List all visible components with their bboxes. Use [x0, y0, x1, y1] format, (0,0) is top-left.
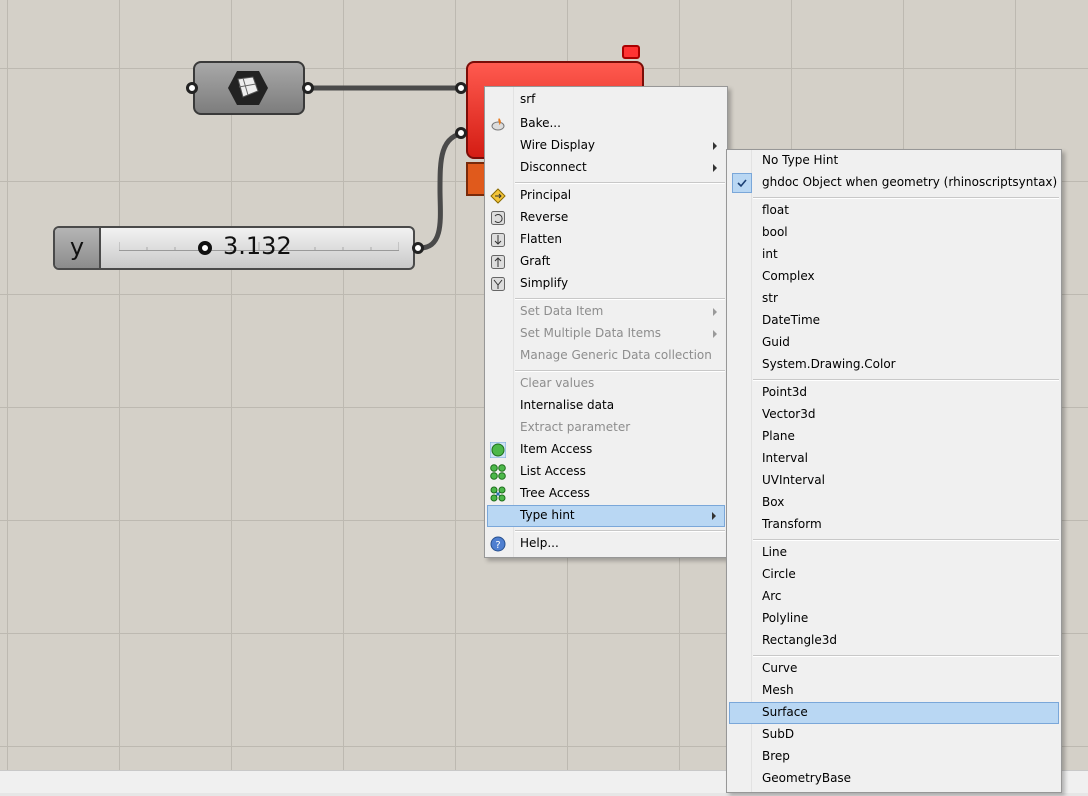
- slider-output-grip[interactable]: [412, 242, 424, 254]
- submenu-arrow-icon: [713, 308, 717, 316]
- slider-knob[interactable]: [198, 241, 212, 255]
- type-hint-submenu: No Type Hint ghdoc Object when geometry …: [726, 149, 1062, 793]
- submenu-arrow-icon: [713, 330, 717, 338]
- type-hint-curve[interactable]: Curve: [729, 658, 1059, 680]
- type-hint-transform[interactable]: Transform: [729, 514, 1059, 536]
- type-hint-box[interactable]: Box: [729, 492, 1059, 514]
- type-hint-int[interactable]: int: [729, 244, 1059, 266]
- checkmark-icon: [732, 173, 752, 193]
- menu-item-graft[interactable]: Graft: [487, 251, 725, 273]
- type-hint-rectangle3d[interactable]: Rectangle3d: [729, 630, 1059, 652]
- warning-balloon-icon[interactable]: [622, 45, 640, 59]
- bake-icon: [491, 118, 505, 131]
- type-hint-circle[interactable]: Circle: [729, 564, 1059, 586]
- menu-item-reverse[interactable]: Reverse: [487, 207, 725, 229]
- menu-title[interactable]: srf: [487, 89, 725, 111]
- type-hint-brep[interactable]: Brep: [729, 746, 1059, 768]
- menu-item-simplify[interactable]: Simplify: [487, 273, 725, 295]
- list-access-icon: [490, 464, 506, 480]
- menu-item-list-access[interactable]: List Access: [487, 461, 725, 483]
- menu-item-tree-access[interactable]: Tree Access: [487, 483, 725, 505]
- menu-item-flatten[interactable]: Flatten: [487, 229, 725, 251]
- type-hint-subd[interactable]: SubD: [729, 724, 1059, 746]
- input-grip[interactable]: [186, 82, 198, 94]
- type-hint-polyline[interactable]: Polyline: [729, 608, 1059, 630]
- type-hint-datetime[interactable]: DateTime: [729, 310, 1059, 332]
- python-input-grip-y[interactable]: [455, 127, 467, 139]
- type-hint-str[interactable]: str: [729, 288, 1059, 310]
- menu-item-help[interactable]: ? Help...: [487, 533, 725, 555]
- principal-icon: [490, 188, 506, 204]
- python-input-grip-x[interactable]: [455, 82, 467, 94]
- surface-param-component[interactable]: [193, 61, 305, 115]
- graft-icon: [491, 255, 505, 269]
- menu-item-item-access[interactable]: Item Access: [487, 439, 725, 461]
- slider-value: 3.132: [223, 232, 292, 260]
- menu-item-manage-generic-data: Manage Generic Data collection: [520, 348, 712, 362]
- tree-access-icon: [490, 486, 506, 502]
- type-hint-arc[interactable]: Arc: [729, 586, 1059, 608]
- type-hint-interval[interactable]: Interval: [729, 448, 1059, 470]
- menu-item-clear-values: Clear values: [520, 376, 595, 390]
- type-hint-vector3d[interactable]: Vector3d: [729, 404, 1059, 426]
- svg-text:?: ?: [495, 540, 500, 551]
- menu-item-wire-display[interactable]: Wire Display: [487, 135, 725, 157]
- context-menu: srf Bake... Wire Display Disconnect Prin…: [484, 86, 728, 558]
- type-hint-complex[interactable]: Complex: [729, 266, 1059, 288]
- type-hint-mesh[interactable]: Mesh: [729, 680, 1059, 702]
- type-hint-line[interactable]: Line: [729, 542, 1059, 564]
- output-grip[interactable]: [302, 82, 314, 94]
- type-hint-bool[interactable]: bool: [729, 222, 1059, 244]
- type-hint-ghdoc-object[interactable]: ghdoc Object when geometry (rhinoscripts…: [729, 172, 1059, 194]
- menu-item-internalise-data[interactable]: Internalise data: [487, 395, 725, 417]
- surface-icon: [228, 71, 268, 105]
- menu-item-type-hint[interactable]: Type hint: [487, 505, 725, 527]
- type-hint-plane[interactable]: Plane: [729, 426, 1059, 448]
- type-hint-geometrybase[interactable]: GeometryBase: [729, 768, 1059, 790]
- type-hint-guid[interactable]: Guid: [729, 332, 1059, 354]
- submenu-arrow-icon: [713, 142, 717, 150]
- type-hint-surface[interactable]: Surface: [729, 702, 1059, 724]
- slider-tag: y: [55, 228, 101, 268]
- reverse-icon: [491, 211, 505, 225]
- type-hint-no-type-hint[interactable]: No Type Hint: [729, 150, 1059, 172]
- help-icon: ?: [490, 536, 506, 552]
- type-hint-color[interactable]: System.Drawing.Color: [729, 354, 1059, 376]
- type-hint-point3d[interactable]: Point3d: [729, 382, 1059, 404]
- menu-item-set-multiple-data-items: Set Multiple Data Items: [487, 323, 725, 345]
- menu-item-extract-parameter: Extract parameter: [520, 420, 631, 434]
- menu-item-set-data-item: Set Data Item: [487, 301, 725, 323]
- menu-item-bake[interactable]: Bake...: [487, 113, 725, 135]
- number-slider[interactable]: y 3.132: [53, 226, 415, 270]
- simplify-icon: [491, 277, 505, 291]
- submenu-arrow-icon: [713, 164, 717, 172]
- type-hint-float[interactable]: float: [729, 200, 1059, 222]
- flatten-icon: [491, 233, 505, 247]
- submenu-arrow-icon: [712, 512, 716, 520]
- menu-item-principal[interactable]: Principal: [487, 185, 725, 207]
- menu-item-disconnect[interactable]: Disconnect: [487, 157, 725, 179]
- type-hint-uvinterval[interactable]: UVInterval: [729, 470, 1059, 492]
- item-access-icon: [490, 442, 506, 458]
